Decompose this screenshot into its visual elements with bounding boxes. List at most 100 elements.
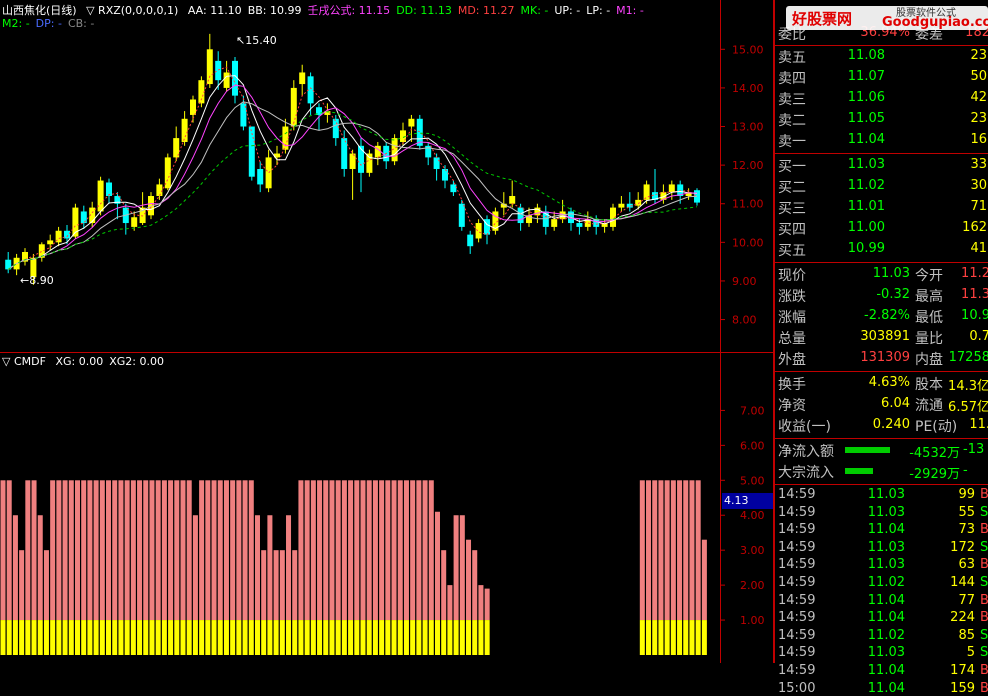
stat-value2: 11. bbox=[969, 417, 988, 432]
cmdf-bar-yellow bbox=[168, 620, 174, 655]
sell-level-label: 卖四 bbox=[778, 71, 806, 87]
candle-body bbox=[618, 203, 625, 208]
candle bbox=[22, 248, 28, 266]
candle bbox=[206, 33, 213, 88]
candle bbox=[484, 215, 490, 245]
tick-time: 14:59 bbox=[778, 592, 816, 608]
cmdf-bar-pink bbox=[683, 480, 689, 621]
tick-time: 14:59 bbox=[778, 557, 816, 573]
tick-price: 11.04 bbox=[867, 663, 905, 678]
cmdf-bar bbox=[434, 511, 440, 655]
cmdf-bar-yellow bbox=[112, 620, 118, 655]
divider bbox=[775, 153, 988, 154]
stat-value2: 6.57亿 bbox=[948, 400, 988, 415]
quote-panel: 委比 36.94% 委差 182 卖五 11.08 23 卖四 11.07 50 卖三 11.06 42… bbox=[773, 0, 988, 696]
price-axis-label: 15.00 bbox=[732, 43, 764, 56]
divider bbox=[775, 262, 988, 263]
cmdf-bar-pink bbox=[658, 480, 664, 621]
indicator-name[interactable]: ▽ RXZ(0,0,0,0,1) bbox=[86, 4, 178, 17]
cmdf-bar bbox=[242, 480, 248, 655]
candle-body bbox=[332, 118, 339, 139]
sub-indicator-name[interactable]: ▽ CMDF bbox=[2, 355, 46, 368]
cmdf-bar-pink bbox=[459, 515, 465, 621]
stat-label: 收益(一) bbox=[778, 419, 831, 435]
candle-body bbox=[349, 153, 356, 169]
cmdf-bar bbox=[19, 550, 25, 655]
cmdf-bar-yellow bbox=[186, 620, 192, 655]
cmdf-bar-pink bbox=[93, 480, 99, 621]
cmdf-bar-yellow bbox=[459, 620, 465, 655]
cmdf-bar-yellow bbox=[478, 620, 484, 655]
cmdf-bar-yellow bbox=[279, 620, 285, 655]
tick-direction: S bbox=[980, 539, 988, 555]
cmdf-bar bbox=[360, 480, 366, 655]
sub-current-badge: 4.13 bbox=[722, 493, 774, 509]
cmdf-bar-yellow bbox=[211, 620, 217, 655]
cmdf-bar-pink bbox=[348, 480, 354, 621]
cmdf-bar-yellow bbox=[664, 620, 670, 655]
cmdf-bar bbox=[677, 480, 683, 655]
candle bbox=[568, 207, 574, 231]
cmdf-bar-yellow bbox=[180, 620, 186, 655]
candle-body bbox=[668, 184, 675, 193]
cmdf-bar-yellow bbox=[292, 620, 298, 655]
cmdf-bar-pink bbox=[379, 480, 385, 621]
chart-area[interactable]: 15.00 14.00 13.00 12.00 11.00 10.00 9.00 8.00 7… bbox=[0, 0, 776, 663]
cmdf-bar bbox=[292, 550, 298, 655]
divider bbox=[775, 45, 988, 46]
candle bbox=[542, 205, 549, 235]
tick-time: 14:59 bbox=[778, 627, 816, 643]
candle bbox=[408, 114, 415, 142]
candle bbox=[341, 130, 348, 177]
cmdf-bar bbox=[329, 480, 335, 655]
cmdf-bar-pink bbox=[472, 550, 478, 621]
candle bbox=[366, 149, 373, 177]
price-axis-label: 14.00 bbox=[732, 82, 764, 95]
cmdf-bar-yellow bbox=[43, 620, 49, 655]
tick-time: 14:59 bbox=[778, 610, 816, 626]
cmdf-bar-yellow bbox=[434, 620, 440, 655]
sell-level-volume: 16 bbox=[970, 132, 987, 147]
legend-item: MK: - bbox=[520, 4, 549, 17]
tick-price: 11.03 bbox=[867, 539, 905, 555]
cmdf-bar-pink bbox=[453, 515, 459, 621]
sell-level-volume: 50 bbox=[970, 69, 987, 84]
sub-axis-label: 6.00 bbox=[740, 439, 765, 452]
candle bbox=[458, 199, 465, 231]
legend-item: UP: - bbox=[554, 4, 581, 17]
cmdf-bar bbox=[310, 480, 316, 655]
cmdf-bar-pink bbox=[130, 480, 136, 621]
tick-price: 11.03 bbox=[867, 645, 905, 661]
tick-volume: 63 bbox=[958, 557, 975, 573]
cmdf-bar-pink bbox=[223, 480, 229, 621]
cmdf-bar bbox=[37, 515, 43, 655]
cmdf-bar bbox=[112, 480, 118, 655]
stat-label: 换手 bbox=[778, 377, 806, 393]
sell-level-price: 11.06 bbox=[847, 90, 885, 105]
cmdf-bar-pink bbox=[410, 480, 416, 621]
cmdf-bar-pink bbox=[230, 480, 236, 621]
sell-level-price: 11.04 bbox=[847, 132, 885, 147]
sell-level-price: 11.07 bbox=[847, 69, 885, 84]
cmdf-bar-pink bbox=[261, 550, 267, 621]
cmdf-bar-yellow bbox=[161, 620, 167, 655]
price-axis-label: 11.00 bbox=[732, 198, 764, 211]
cmdf-bar-pink bbox=[192, 515, 198, 621]
stat-value2: 0.7 bbox=[969, 329, 988, 344]
sell-level-price: 11.05 bbox=[847, 111, 885, 126]
flow-bar bbox=[845, 447, 890, 453]
cmdf-bar bbox=[652, 480, 658, 655]
cmdf-bar-pink bbox=[74, 480, 80, 621]
tick-volume: 5 bbox=[966, 645, 975, 661]
candle bbox=[500, 192, 507, 216]
cmdf-bar bbox=[124, 480, 130, 655]
legend-item: 壬戌公式: 11.15 bbox=[307, 4, 391, 17]
sub-axis-label: 7.00 bbox=[740, 404, 765, 417]
cmdf-bar-pink bbox=[81, 480, 87, 621]
cmdf-bar-pink bbox=[68, 480, 74, 621]
candle-body bbox=[206, 49, 213, 85]
cmdf-bar-pink bbox=[391, 480, 397, 621]
legend-item: AA: 11.10 bbox=[187, 4, 242, 17]
cmdf-bar bbox=[0, 480, 6, 655]
stat-label: 涨幅 bbox=[778, 310, 806, 326]
